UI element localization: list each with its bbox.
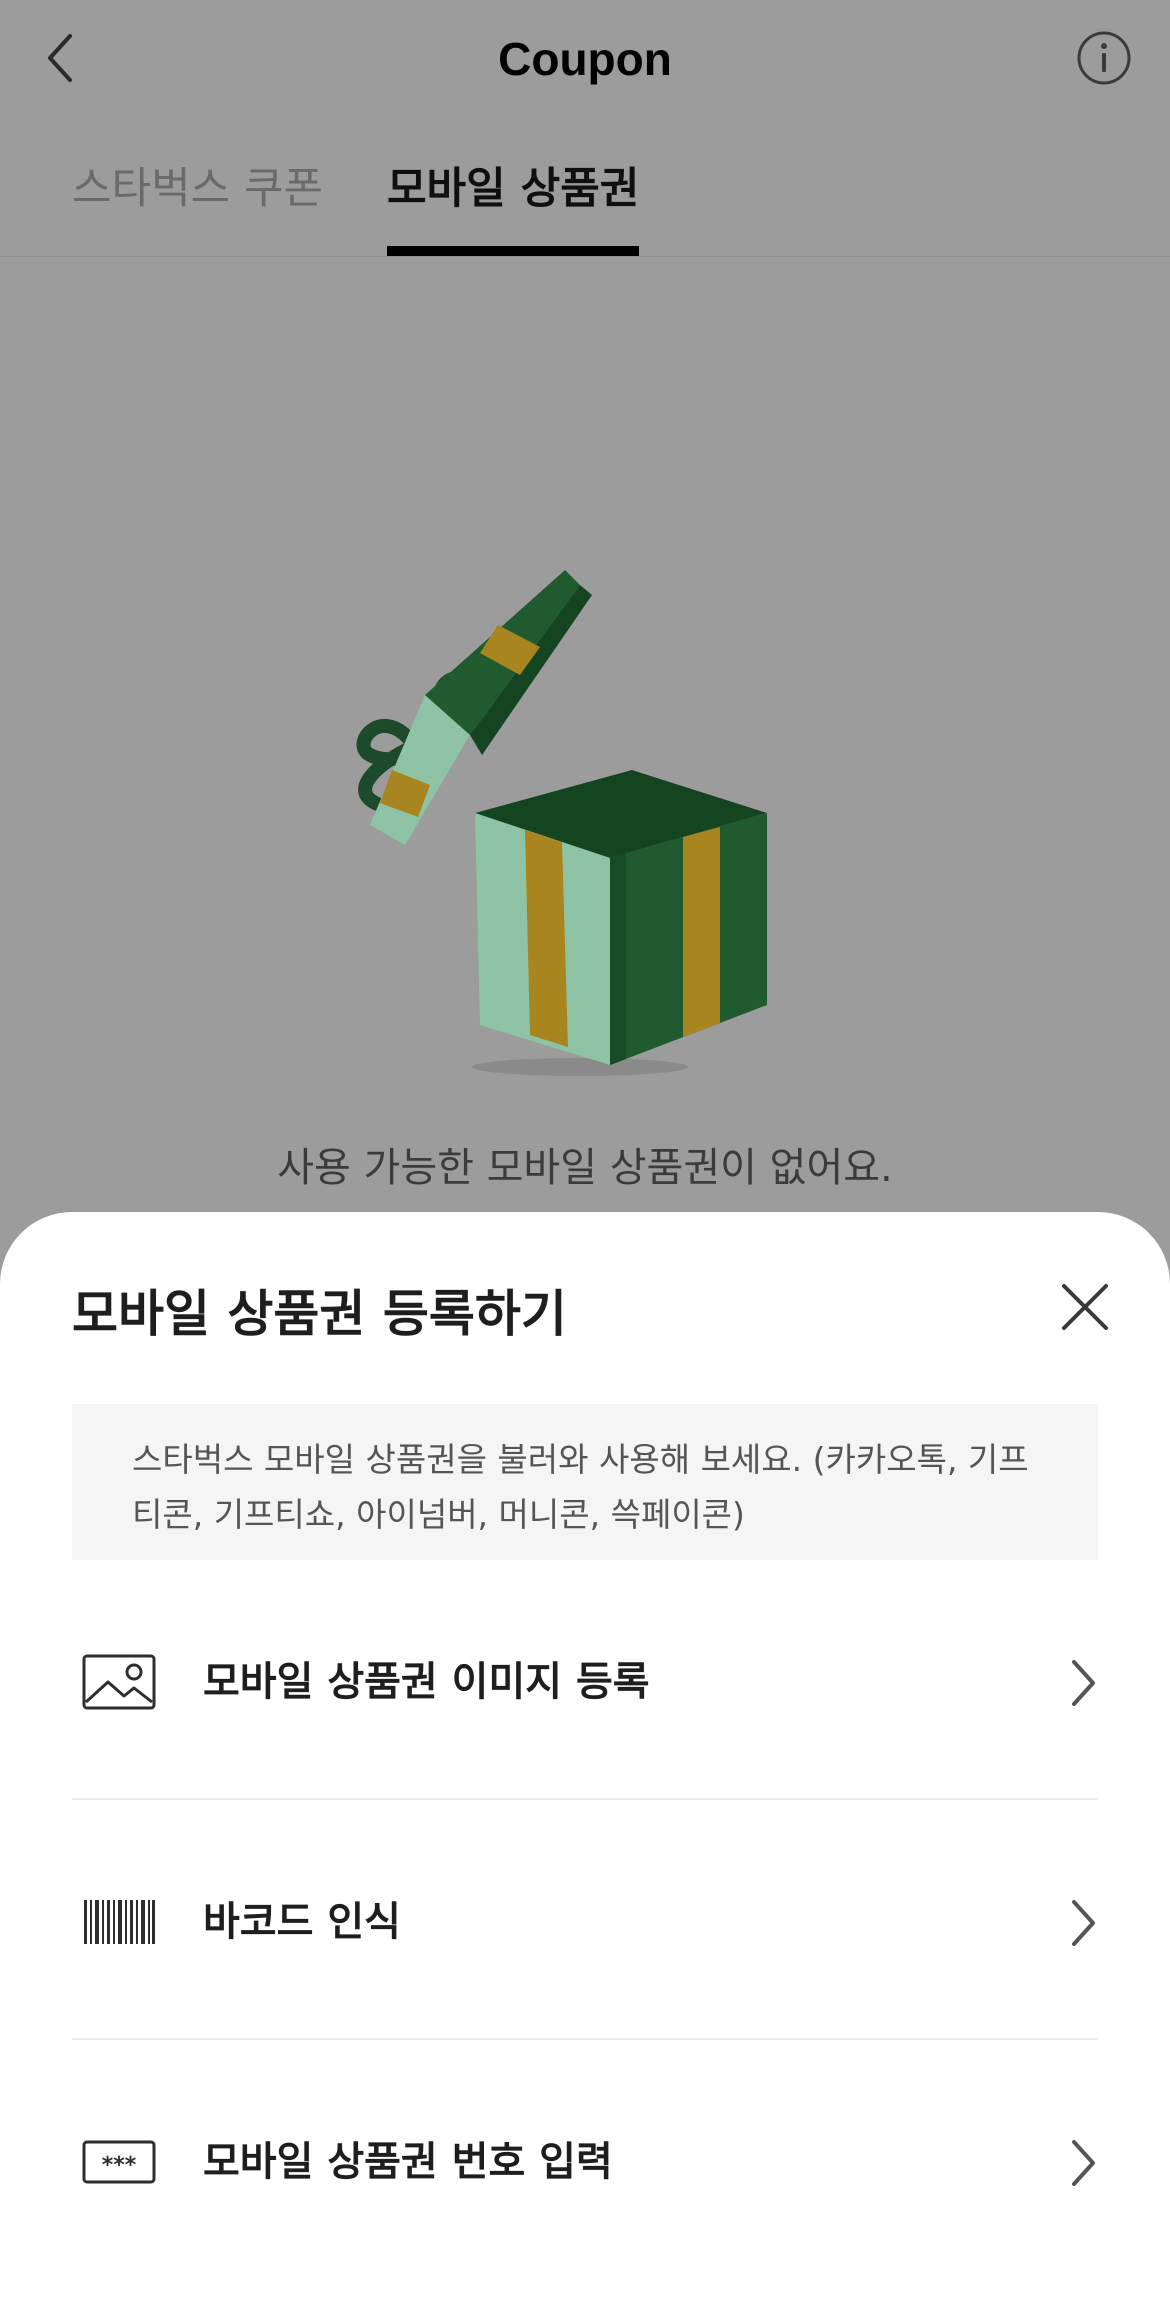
image-icon bbox=[82, 1652, 156, 1712]
active-tab-indicator bbox=[387, 246, 640, 256]
close-icon[interactable] bbox=[1060, 1282, 1110, 1332]
tab-label: 모바일 상품권 bbox=[387, 164, 640, 214]
chevron-right-icon bbox=[1068, 2138, 1098, 2188]
tab-label: 스타벅스 쿠폰 bbox=[72, 164, 324, 214]
notice-box: 스타벅스 모바일 상품권을 불러와 사용해 보세요. (카카오톡, 기프 티콘,… bbox=[72, 1404, 1098, 1560]
menu-item-label: 바코드 인식 bbox=[203, 1899, 401, 1945]
menu-item-label: 모바일 상품권 번호 입력 bbox=[203, 2139, 613, 2185]
empty-state-message: 사용 가능한 모바일 상품권이 없어요. bbox=[277, 1145, 893, 1191]
barcode-scan-item[interactable]: 바코드 인식 bbox=[72, 1802, 1098, 2042]
notice-text-line-2: 티콘, 기프티쇼, 아이넘버, 머니콘, 쓱페이콘) bbox=[132, 1495, 745, 1534]
page-title: Coupon bbox=[498, 33, 672, 85]
sheet-title: 모바일 상품권 등록하기 bbox=[72, 1285, 567, 1343]
code-number-icon: *** bbox=[82, 2132, 156, 2192]
tab-mobile-gift-card[interactable]: 모바일 상품권 bbox=[387, 140, 640, 256]
enter-code-item[interactable]: *** 모바일 상품권 번호 입력 bbox=[72, 2042, 1098, 2282]
header: Coupon bbox=[0, 0, 1170, 120]
register-gift-card-sheet: 모바일 상품권 등록하기 스타벅스 모바일 상품권을 불러와 사용해 보세요. … bbox=[0, 1212, 1170, 2305]
register-image-item[interactable]: 모바일 상품권 이미지 등록 bbox=[72, 1562, 1098, 1802]
barcode-icon bbox=[82, 1892, 156, 1952]
tab-starbucks-coupon[interactable]: 스타벅스 쿠폰 bbox=[72, 140, 323, 256]
code-icon-text: *** bbox=[102, 2153, 137, 2178]
tab-bar: 스타벅스 쿠폰 모바일 상품권 bbox=[0, 140, 1170, 257]
info-circle-icon[interactable] bbox=[1076, 30, 1132, 86]
menu-item-label: 모바일 상품권 이미지 등록 bbox=[203, 1659, 650, 1705]
chevron-right-icon bbox=[1068, 1658, 1098, 1708]
notice-text-line-1: 스타벅스 모바일 상품권을 불러와 사용해 보세요. (카카오톡, 기프 bbox=[132, 1440, 1029, 1479]
open-gift-box-illustration bbox=[330, 555, 790, 1085]
chevron-right-icon bbox=[1068, 1898, 1098, 1948]
divider bbox=[72, 1798, 1098, 1800]
divider bbox=[72, 2038, 1098, 2040]
